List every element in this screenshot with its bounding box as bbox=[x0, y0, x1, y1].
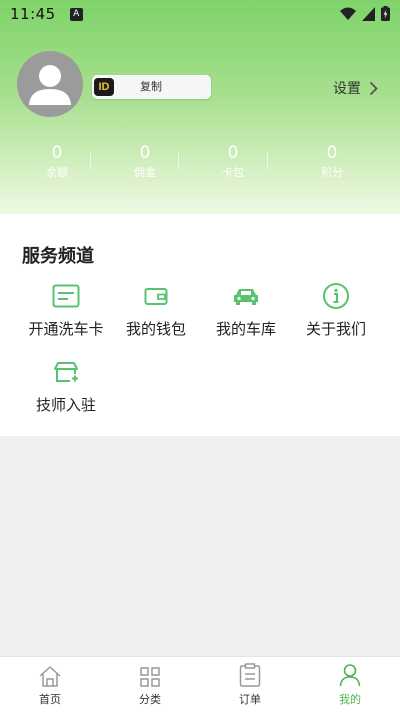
settings-button[interactable]: 设置 bbox=[333, 76, 378, 100]
order-icon bbox=[239, 663, 261, 687]
service-open-wash-card[interactable]: 开通洗车卡 bbox=[16, 282, 116, 339]
service-my-wallet[interactable]: 我的钱包 bbox=[106, 282, 206, 339]
stat-card-wallet[interactable]: 0 卡包 bbox=[189, 143, 277, 181]
services-title: 服务频道 bbox=[22, 246, 94, 267]
service-about-us[interactable]: 关于我们 bbox=[286, 282, 386, 339]
service-label: 关于我们 bbox=[305, 320, 366, 338]
stat-value: 0 bbox=[326, 143, 338, 163]
avatar[interactable] bbox=[17, 51, 83, 117]
tab-home[interactable]: 首页 bbox=[0, 657, 100, 712]
tab-label: 我的 bbox=[339, 693, 361, 706]
stat-value: 0 bbox=[51, 143, 63, 163]
service-label: 技师入驻 bbox=[35, 396, 96, 414]
settings-label: 设置 bbox=[333, 81, 361, 97]
tab-label: 分类 bbox=[139, 693, 161, 706]
profile-icon bbox=[339, 664, 361, 687]
wallet-icon bbox=[144, 288, 168, 305]
service-my-garage[interactable]: 我的车库 bbox=[196, 282, 296, 339]
profile-header: 11:45 A ID 复制 设置 0 余额 0 佣金 0 卡包 0 积分 bbox=[0, 0, 400, 214]
status-bar: 11:45 A bbox=[0, 0, 400, 28]
tab-orders[interactable]: 订单 bbox=[200, 657, 300, 712]
copy-id-button[interactable]: ID 复制 bbox=[92, 75, 211, 99]
car-icon bbox=[234, 289, 258, 305]
info-icon bbox=[323, 283, 349, 309]
service-label: 开通洗车卡 bbox=[28, 320, 104, 338]
stat-label: 余额 bbox=[46, 166, 68, 179]
stat-divider bbox=[178, 151, 179, 169]
status-time: 11:45 bbox=[10, 5, 56, 23]
stat-value: 0 bbox=[139, 143, 151, 163]
copy-label: 复制 bbox=[140, 80, 162, 93]
tab-label: 订单 bbox=[239, 693, 261, 706]
stat-value: 0 bbox=[227, 143, 239, 163]
user-silhouette-icon bbox=[29, 65, 71, 105]
stat-label: 积分 bbox=[321, 166, 343, 179]
service-technician-join[interactable]: 技师入驻 bbox=[16, 358, 116, 415]
chevron-right-icon bbox=[369, 81, 378, 95]
stat-label: 佣金 bbox=[134, 166, 156, 179]
stat-points[interactable]: 0 积分 bbox=[288, 143, 376, 181]
services-panel: 服务频道 开通洗车卡 我的钱包 我的车库 关于我们 技师入驻 bbox=[0, 214, 400, 436]
stat-commission[interactable]: 0 佣金 bbox=[101, 143, 189, 181]
service-label: 我的钱包 bbox=[125, 320, 186, 338]
technician-icon bbox=[54, 362, 78, 382]
category-icon bbox=[140, 667, 160, 687]
stats-row: 0 余额 0 佣金 0 卡包 0 积分 bbox=[0, 143, 400, 183]
tab-mine[interactable]: 我的 bbox=[300, 657, 400, 712]
signal-icon bbox=[362, 6, 375, 21]
bottom-tab-bar: 首页 分类 订单 我的 bbox=[0, 656, 400, 712]
stat-divider bbox=[90, 151, 91, 169]
stat-balance[interactable]: 0 余额 bbox=[13, 143, 101, 181]
notification-icon: A bbox=[69, 7, 83, 21]
id-badge: ID bbox=[94, 78, 114, 96]
tab-label: 首页 bbox=[39, 693, 61, 706]
service-label: 我的车库 bbox=[215, 320, 276, 338]
stat-divider bbox=[267, 151, 268, 169]
stat-label: 卡包 bbox=[222, 166, 244, 179]
tab-category[interactable]: 分类 bbox=[100, 657, 200, 712]
battery-icon bbox=[381, 6, 390, 21]
card-icon bbox=[52, 284, 80, 308]
wifi-icon bbox=[340, 7, 356, 20]
home-icon bbox=[39, 666, 61, 687]
